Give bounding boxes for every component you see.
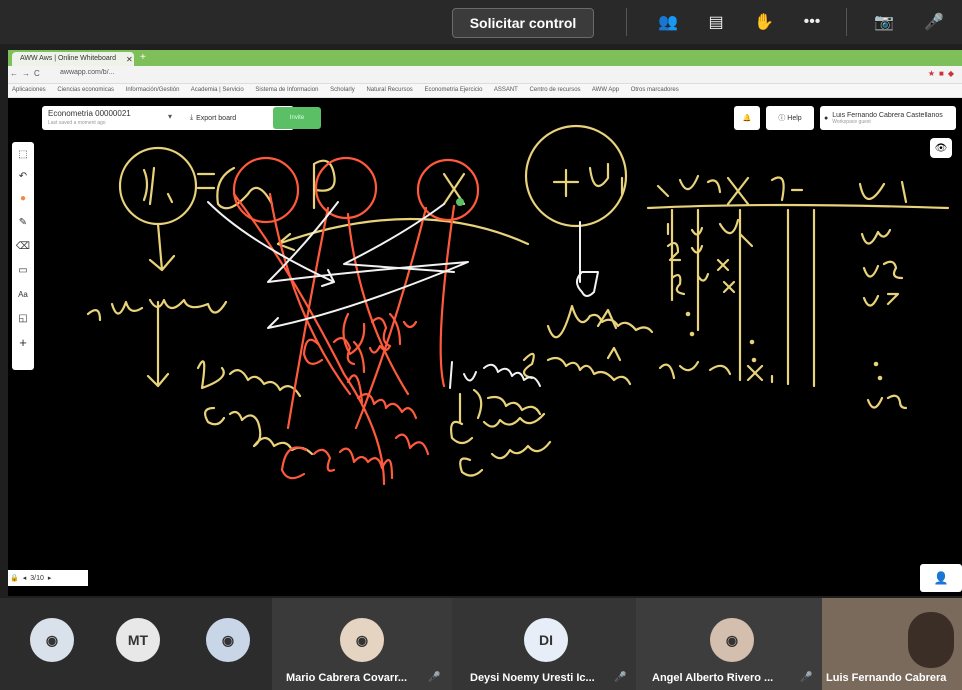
bookmark[interactable]: Ciencias economicas (57, 87, 114, 93)
bookmarks-bar: Aplicaciones Ciencias economicas Informa… (8, 84, 962, 98)
shape-tool-icon[interactable]: ▭ (15, 262, 31, 278)
meeting-toolbar: Solicitar control 👥 ▤ ✋ ••• 📷 🎤 (0, 0, 962, 44)
new-tab-icon[interactable]: + (140, 52, 146, 63)
cursor-marker (456, 198, 464, 206)
next-page-icon[interactable]: ▸ (48, 574, 52, 582)
avatar: MT (116, 618, 160, 662)
handwriting-layer (86, 124, 950, 486)
page-indicator: 3/10 (30, 574, 44, 582)
participant-tile[interactable]: ◉ Mario Cabrera Covarr... 🎤 (272, 598, 452, 690)
participant-name: Mario Cabrera Covarr... (286, 672, 408, 684)
participant-tile[interactable]: DI Deysi Noemy Uresti Ic... 🎤 (452, 598, 636, 690)
chevron-down-icon[interactable]: ▾ (168, 112, 172, 121)
request-control-button[interactable]: Solicitar control (452, 8, 594, 38)
browser-tab-strip: AWW Aws | Online Whiteboard ✕ + (8, 50, 962, 66)
tab-close-icon[interactable]: ✕ (126, 55, 133, 64)
notifications-button[interactable]: 🔔 (734, 106, 760, 130)
bookmark[interactable]: Otros marcadores (631, 87, 679, 93)
page-navigator[interactable]: 🔒 ◂ 3/10 ▸ (8, 570, 88, 586)
participant-tile[interactable]: MT (92, 598, 182, 690)
bookmark[interactable]: Información/Gestión (126, 87, 180, 93)
bell-icon: 🔔 (742, 115, 752, 122)
bookmark[interactable]: Academia | Servicio (191, 87, 244, 93)
board-save-status: Last saved a moment ago (48, 120, 106, 126)
shared-screen-browser: AWW Aws | Online Whiteboard ✕ + ←→C awwa… (8, 50, 962, 596)
participant-video (908, 612, 954, 668)
participant-video-tile[interactable]: Luis Fernando Cabrera (822, 598, 962, 690)
board-right-controls: 🔔 ⓘ Help ● Luis Fernando Cabrera Castell… (734, 106, 962, 130)
invite-button[interactable]: Invite (273, 107, 321, 129)
bookmark[interactable]: Natural Recursos (366, 87, 412, 93)
avatar: ◉ (206, 618, 250, 662)
help-button[interactable]: ⓘ Help (766, 106, 814, 130)
bookmark[interactable]: Centro de recursos (530, 87, 581, 93)
address-bar: ←→C awwapp.com/b/... ★■◆ (8, 66, 962, 84)
whiteboard-canvas[interactable]: Econometria 00000021 Last saved a moment… (8, 98, 962, 596)
user-list-button[interactable]: 👤 (920, 564, 962, 592)
avatar: ◉ (30, 618, 74, 662)
mic-off-icon: 🎤 (428, 672, 441, 683)
participant-tile[interactable]: ◉ Angel Alberto Rivero ... 🎤 (636, 598, 822, 690)
undo-icon[interactable]: ↶ (15, 168, 31, 184)
color-picker-icon[interactable]: ● (15, 190, 31, 206)
participant-name: Angel Alberto Rivero ... (652, 672, 774, 684)
tab-title: AWW Aws | Online Whiteboard (20, 55, 116, 62)
download-icon: ⤓ (190, 114, 194, 121)
participants-icon[interactable]: 👥 (656, 10, 680, 34)
user-block: Luis Fernando Cabrera Castellanos Worksp… (832, 112, 943, 125)
tool-panel: ⬚ ↶ ● ✎ ⌫ ▭ Aa ◱ + (12, 142, 34, 370)
export-label: Export board (196, 114, 237, 122)
participant-name: Deysi Noemy Uresti Ic... (470, 672, 595, 684)
pen-tool-icon[interactable]: ✎ (15, 214, 31, 230)
select-tool-icon[interactable]: ⬚ (15, 146, 31, 162)
raise-hand-icon[interactable]: ✋ (752, 10, 776, 34)
lock-icon: 🔒 (10, 575, 19, 582)
toolbar-divider (626, 8, 627, 36)
avatar: ◉ (710, 618, 754, 662)
eye-icon[interactable]: 👁 (930, 138, 952, 158)
avatar: ◉ (340, 618, 384, 662)
more-icon[interactable]: ••• (800, 10, 824, 34)
help-icon: ⓘ (778, 115, 786, 122)
toolbar-divider (846, 8, 847, 36)
export-board-button[interactable]: ⤓ Export board (190, 110, 270, 126)
extension-icons[interactable]: ★■◆ (928, 69, 958, 78)
url-field[interactable]: awwapp.com/b/... (60, 69, 910, 81)
help-label: Help (787, 114, 802, 122)
mic-off-icon: 🎤 (800, 672, 813, 683)
yellow-ink (86, 124, 950, 477)
text-tool-icon[interactable]: Aa (15, 286, 31, 302)
user-menu[interactable]: ● Luis Fernando Cabrera Castellanos Work… (820, 106, 956, 130)
bookmark[interactable]: Sistema de Informacion (255, 87, 318, 93)
camera-off-icon[interactable]: 📷 (872, 10, 896, 34)
nav-buttons[interactable]: ←→C (10, 69, 44, 78)
mic-off-icon[interactable]: 🎤 (922, 10, 946, 34)
user-avatar-icon: ● (824, 114, 829, 122)
avatar: DI (524, 618, 568, 662)
add-tool-icon[interactable]: + (15, 334, 31, 350)
participant-strip: ◉ MT ◉ ◉ Mario Cabrera Covarr... 🎤 DI De… (0, 598, 962, 690)
user-name: Luis Fernando Cabrera Castellanos (832, 111, 943, 119)
chat-icon[interactable]: ▤ (704, 10, 728, 34)
board-title[interactable]: Econometria 00000021 (48, 109, 178, 118)
sticky-note-icon[interactable]: ◱ (15, 310, 31, 326)
mic-off-icon: 🎤 (614, 672, 627, 683)
participant-name: Luis Fernando Cabrera (826, 672, 947, 684)
bookmark[interactable]: Aplicaciones (12, 87, 46, 93)
board-header: Econometria 00000021 Last saved a moment… (42, 106, 294, 130)
bookmark[interactable]: ASSANT (494, 87, 518, 93)
participant-tile[interactable]: ◉ (0, 598, 92, 690)
bookmark[interactable]: Scholarly (330, 87, 355, 93)
bookmark[interactable]: Econometria Ejercicio (424, 87, 482, 93)
user-icon: 👤 (933, 571, 949, 585)
bookmark[interactable]: AWW App (592, 87, 619, 93)
prev-page-icon[interactable]: ◂ (23, 574, 27, 582)
browser-tab[interactable]: AWW Aws | Online Whiteboard ✕ (12, 52, 134, 66)
eraser-icon[interactable]: ⌫ (15, 238, 31, 254)
participant-tile[interactable]: ◉ (182, 598, 272, 690)
user-role: Workspace guest (832, 118, 871, 125)
